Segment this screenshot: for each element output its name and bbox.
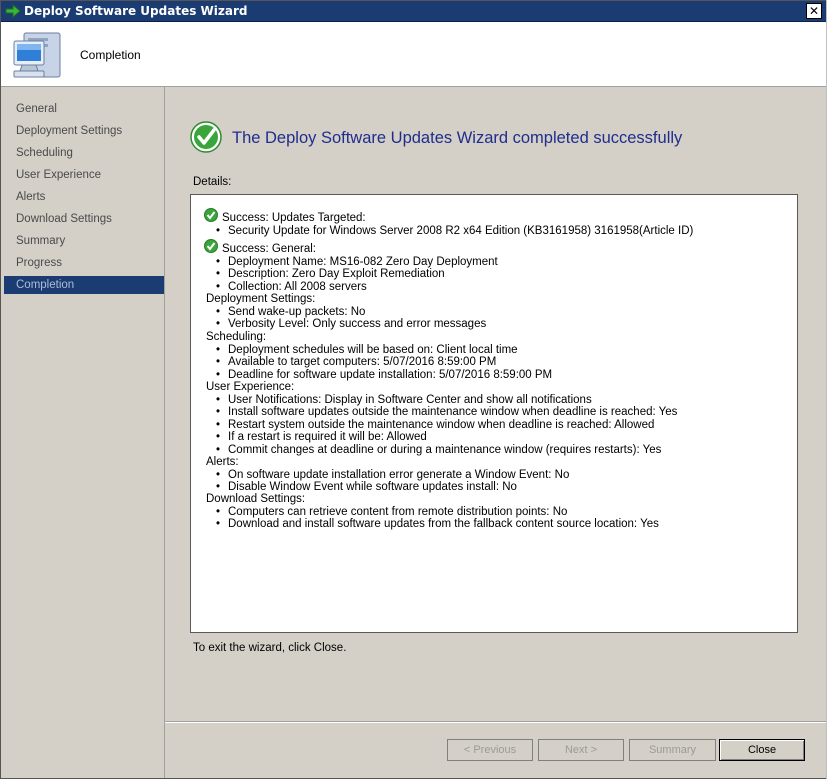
page-title: Completion (80, 48, 141, 62)
close-icon: ✕ (808, 4, 820, 18)
details-section-header: Deployment Settings: (206, 293, 316, 305)
sidebar-item-download-settings[interactable]: Download Settings (4, 210, 164, 228)
divider (165, 721, 826, 723)
details-textbox[interactable]: Success: Updates Targeted: • Security Up… (190, 194, 798, 633)
bullet: • (216, 225, 221, 237)
sidebar-item-user-experience[interactable]: User Experience (4, 166, 164, 184)
success-check-icon (204, 208, 218, 222)
details-line: Description: Zero Day Exploit Remediatio… (228, 268, 445, 280)
details-label: Details: (193, 176, 232, 188)
details-line: Success: General: (222, 243, 316, 255)
bullet: • (216, 318, 221, 330)
completion-heading: The Deploy Software Updates Wizard compl… (232, 129, 683, 147)
wizard-main-panel: The Deploy Software Updates Wizard compl… (165, 87, 826, 778)
success-check-icon (190, 121, 222, 153)
sidebar-item-alerts[interactable]: Alerts (4, 188, 164, 206)
close-window-button[interactable]: ✕ (806, 3, 822, 19)
sidebar-item-completion[interactable]: Completion (4, 276, 164, 294)
window-title: Deploy Software Updates Wizard (24, 4, 248, 18)
bullet: • (216, 518, 221, 530)
sidebar-item-deployment-settings[interactable]: Deployment Settings (4, 122, 164, 140)
bullet: • (216, 431, 221, 443)
details-section-header: Download Settings: (206, 493, 306, 505)
details-line: Available to target computers: 5/07/2016… (228, 356, 497, 368)
exit-instruction: To exit the wizard, click Close. (193, 642, 347, 654)
bullet: • (216, 268, 221, 280)
sidebar-item-general[interactable]: General (4, 100, 164, 118)
success-check-icon (204, 239, 218, 253)
details-line: Success: Updates Targeted: (222, 212, 366, 224)
sidebar-item-scheduling[interactable]: Scheduling (4, 144, 164, 162)
green-arrow-icon (5, 4, 21, 18)
bullet: • (216, 356, 221, 368)
computer-icon (13, 32, 61, 78)
details-section-header: Scheduling: (206, 331, 267, 343)
sidebar-item-summary[interactable]: Summary (4, 232, 164, 250)
next-button[interactable]: Next > (538, 739, 624, 761)
close-button[interactable]: Close (719, 739, 805, 761)
summary-button[interactable]: Summary (629, 739, 716, 761)
details-line: Download and install software updates fr… (228, 518, 659, 530)
details-line: Security Update for Windows Server 2008 … (228, 225, 694, 237)
details-line: Install software updates outside the mai… (228, 406, 678, 418)
bullet: • (216, 406, 221, 418)
details-line: If a restart is required it will be: All… (228, 431, 427, 443)
details-section-header: User Experience: (206, 381, 295, 393)
details-section-header: Alerts: (206, 456, 239, 468)
wizard-sidebar: General Deployment Settings Scheduling U… (1, 87, 165, 778)
title-bar: Deploy Software Updates Wizard ✕ (1, 1, 826, 22)
details-line: Verbosity Level: Only success and error … (228, 318, 487, 330)
wizard-header: Completion (1, 22, 826, 87)
wizard-window: Deploy Software Updates Wizard ✕ Complet… (0, 0, 827, 779)
details-line: Commit changes at deadline or during a m… (228, 444, 662, 456)
sidebar-item-progress[interactable]: Progress (4, 254, 164, 272)
previous-button[interactable]: < Previous (447, 739, 533, 761)
